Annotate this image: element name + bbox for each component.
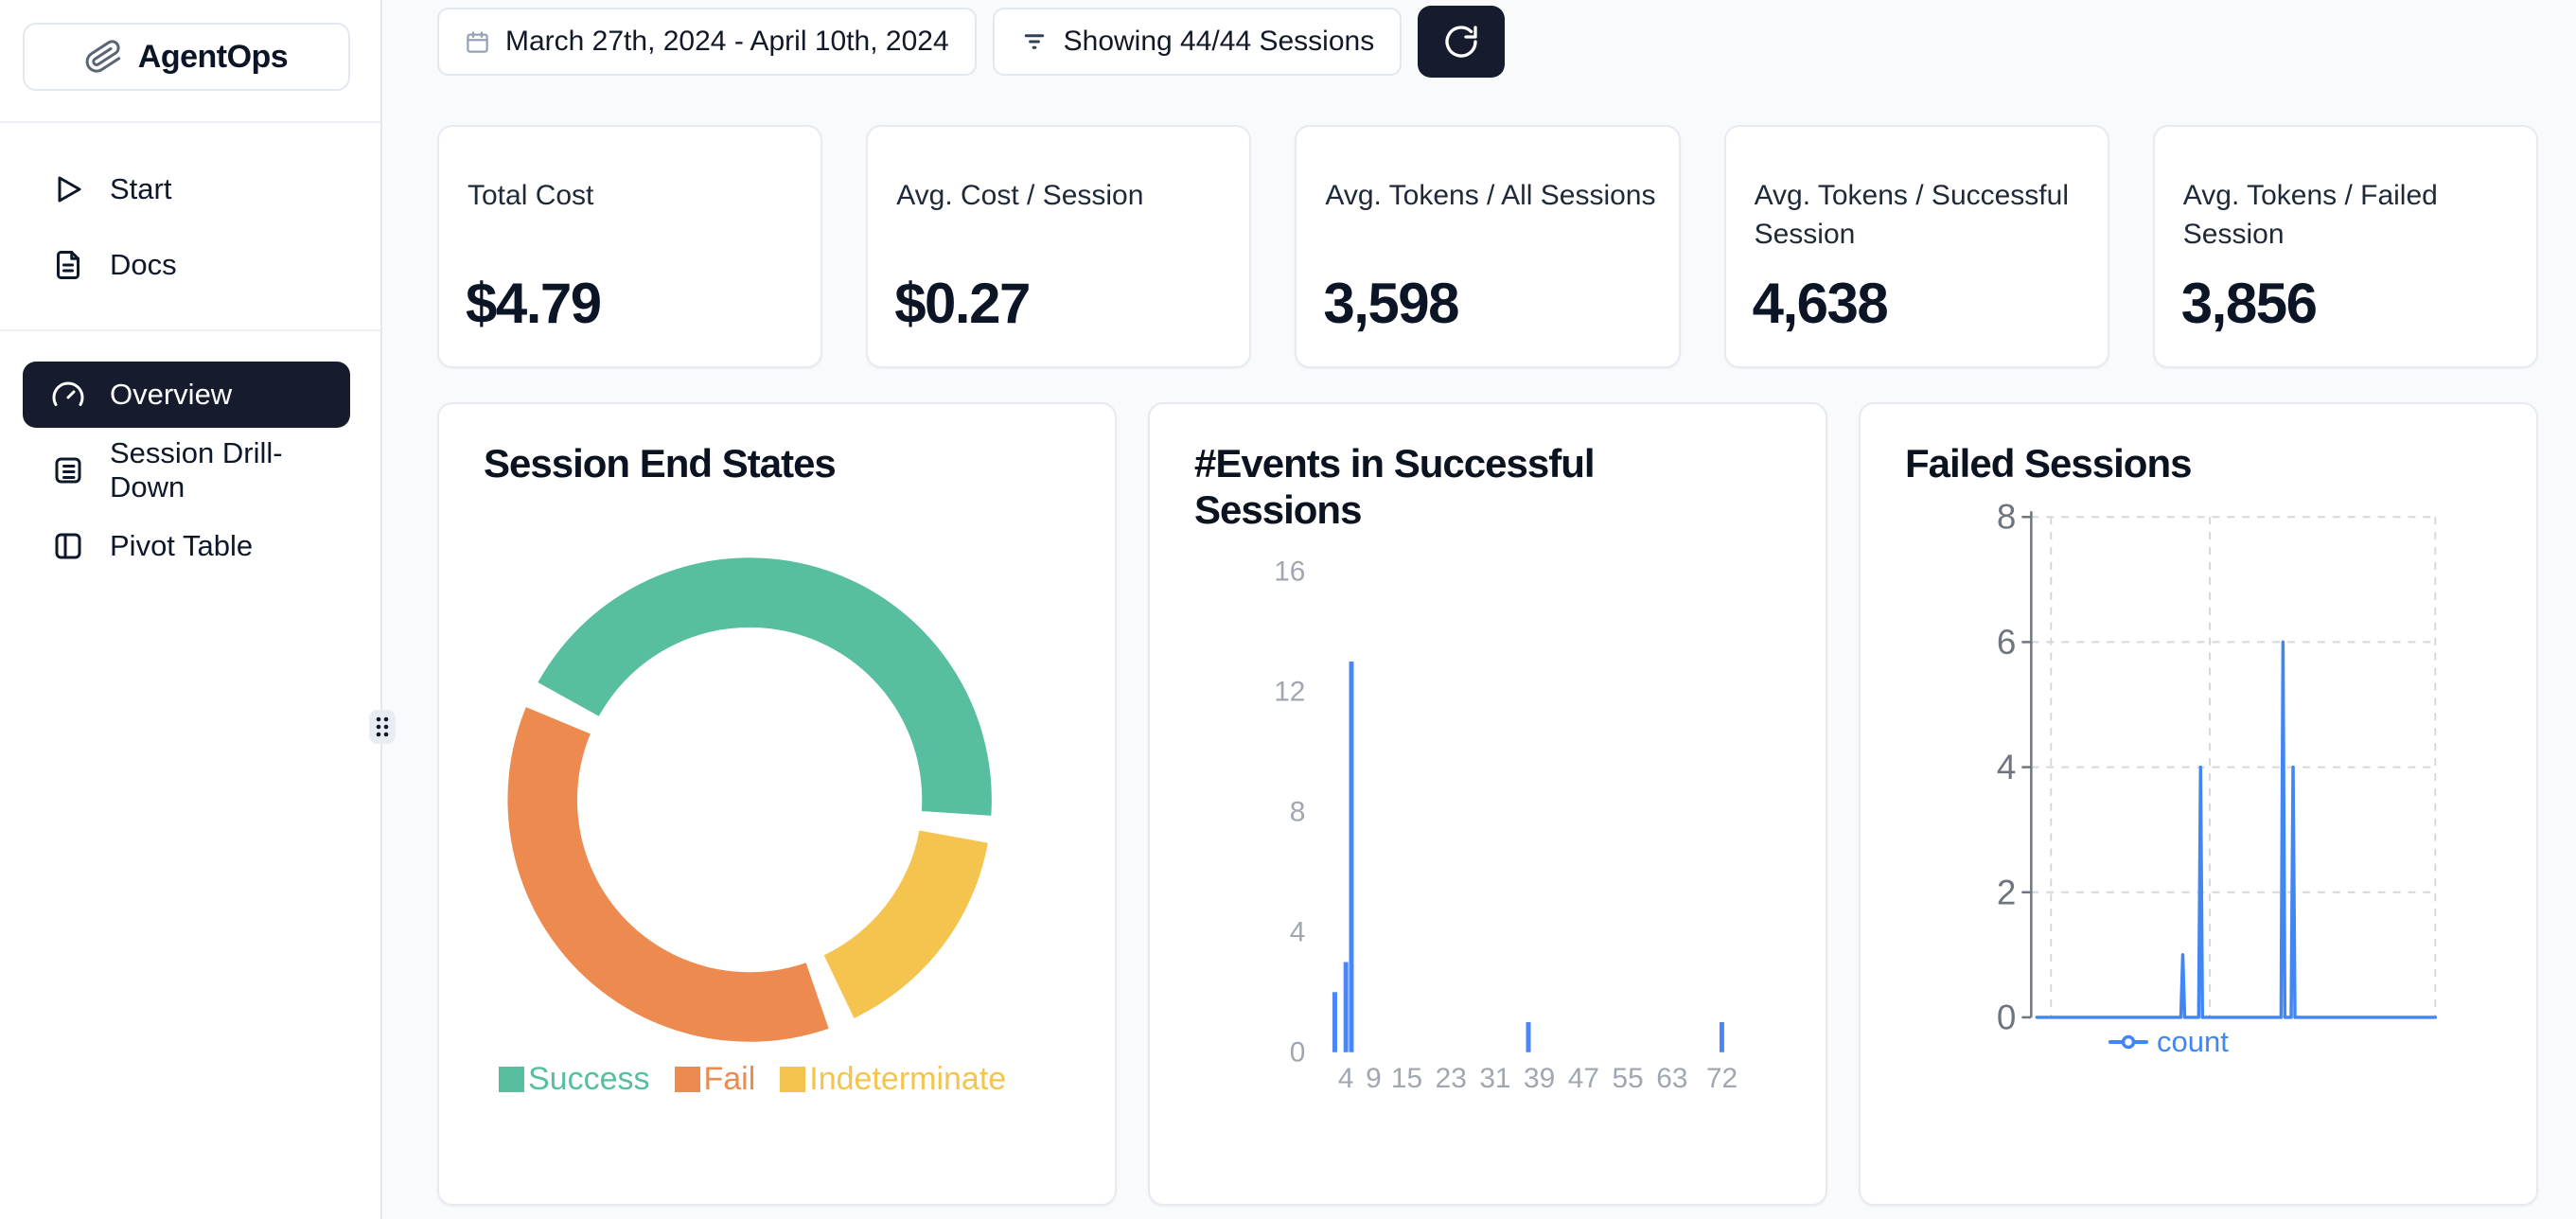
stat-label: Total Cost [468,176,800,215]
paperclip-icon [81,34,126,79]
legend-label: Indeterminate [809,1061,1006,1098]
stat-card-avg-tokens-all: Avg. Tokens / All Sessions 3,598 [1295,125,1680,368]
svg-text:72: 72 [1706,1063,1738,1094]
svg-text:63: 63 [1656,1063,1687,1094]
session-list-icon [51,453,85,487]
sidebar-divider [0,121,380,123]
sessions-filter-label: Showing 44/44 Sessions [1064,26,1375,58]
stat-label: Avg. Tokens / Failed Session [2183,176,2515,254]
sidebar-resize-handle[interactable] [369,710,396,744]
legend-item-success[interactable]: Success [499,1061,650,1098]
stat-label: Avg. Cost / Session [896,176,1228,215]
calendar-icon [465,29,490,55]
svg-text:4: 4 [1338,1063,1354,1094]
svg-text:4: 4 [1997,748,2016,786]
sidebar-divider [0,329,380,331]
svg-text:8: 8 [1290,796,1306,827]
stat-cards-row: Total Cost $4.79 Avg. Cost / Session $0.… [437,125,2538,368]
svg-text:0: 0 [1997,998,2016,1036]
svg-text:12: 12 [1274,676,1305,707]
sidebar: AgentOps Start Docs Overview Session Dri… [0,0,382,1219]
svg-text:4: 4 [1290,916,1306,947]
count-legend[interactable]: count [2108,1025,2229,1059]
donut-legend: Success Fail Indeterminate [499,1061,1006,1098]
line-series-marker-icon [2108,1034,2148,1050]
sidebar-item-pivot-table[interactable]: Pivot Table [23,513,350,579]
stat-value: 3,598 [1323,271,1458,336]
sidebar-item-label: Overview [110,378,232,412]
date-range-label: March 27th, 2024 - April 10th, 2024 [505,26,949,58]
charts-row: Session End States Success Fail Indeterm… [437,402,2538,1206]
sidebar-item-overview[interactable]: Overview [23,362,350,428]
sidebar-item-start[interactable]: Start [23,156,350,222]
svg-text:23: 23 [1436,1063,1467,1094]
svg-text:39: 39 [1524,1063,1555,1094]
gauge-icon [51,378,85,412]
svg-text:8: 8 [1997,498,2016,537]
stat-value: $0.27 [894,271,1030,336]
sidebar-item-label: Docs [110,248,177,282]
stat-card-avg-cost-session: Avg. Cost / Session $0.27 [866,125,1251,368]
sidebar-item-label: Session Drill-Down [110,436,350,504]
legend-swatch [780,1067,805,1092]
logo[interactable]: AgentOps [23,23,350,91]
panel-columns-icon [51,529,85,563]
docs-icon [51,248,85,282]
refresh-icon [1442,23,1480,61]
stat-value: 4,638 [1753,271,1888,336]
svg-text:47: 47 [1568,1063,1599,1094]
sessions-filter-button[interactable]: Showing 44/44 Sessions [993,8,1403,76]
svg-text:15: 15 [1391,1063,1422,1094]
svg-text:16: 16 [1274,556,1305,587]
stat-label: Avg. Tokens / All Sessions [1325,176,1657,215]
stat-card-avg-tokens-failed: Avg. Tokens / Failed Session 3,856 [2153,125,2538,368]
failed-sessions-chart: 0 2 4 6 8 [1861,404,2536,1204]
legend-item-indeterminate[interactable]: Indeterminate [780,1061,1006,1098]
refresh-button[interactable] [1418,6,1505,78]
legend-swatch [675,1067,700,1092]
svg-text:2: 2 [1997,873,2016,911]
events-histogram: 1612840491523313947556372 [1150,404,1826,1204]
stat-value: $4.79 [466,271,601,336]
stat-card-total-cost: Total Cost $4.79 [437,125,822,368]
sidebar-item-docs[interactable]: Docs [23,232,350,298]
sidebar-item-label: Start [110,172,171,206]
svg-text:0: 0 [1290,1036,1306,1068]
stat-value: 3,856 [2181,271,2317,336]
toolbar: March 27th, 2024 - April 10th, 2024 Show… [437,8,2538,80]
stat-label: Avg. Tokens / Successful Session [1755,176,2087,254]
sidebar-item-label: Pivot Table [110,529,253,563]
legend-label: Fail [704,1061,756,1098]
session-end-states-card: Session End States Success Fail Indeterm… [437,402,1117,1206]
failed-sessions-card: Failed Sessions 02468 count [1859,402,2538,1206]
svg-text:55: 55 [1613,1063,1644,1094]
legend-swatch [499,1067,524,1092]
filter-icon [1020,27,1049,56]
legend-item-fail[interactable]: Fail [675,1061,756,1098]
logo-text: AgentOps [138,39,288,76]
main-content: March 27th, 2024 - April 10th, 2024 Show… [384,0,2576,1219]
grip-dots-icon [373,715,392,739]
count-legend-label: count [2157,1025,2229,1059]
play-icon [51,172,85,206]
svg-text:31: 31 [1479,1063,1510,1094]
sidebar-item-session-drill-down[interactable]: Session Drill-Down [23,437,350,504]
stat-card-avg-tokens-successful: Avg. Tokens / Successful Session 4,638 [1724,125,2109,368]
svg-text:9: 9 [1366,1063,1382,1094]
events-histogram-card: #Events in Successful Sessions 161284049… [1148,402,1827,1206]
date-range-button[interactable]: March 27th, 2024 - April 10th, 2024 [437,8,977,76]
svg-text:6: 6 [1997,623,2016,662]
legend-label: Success [528,1061,650,1098]
